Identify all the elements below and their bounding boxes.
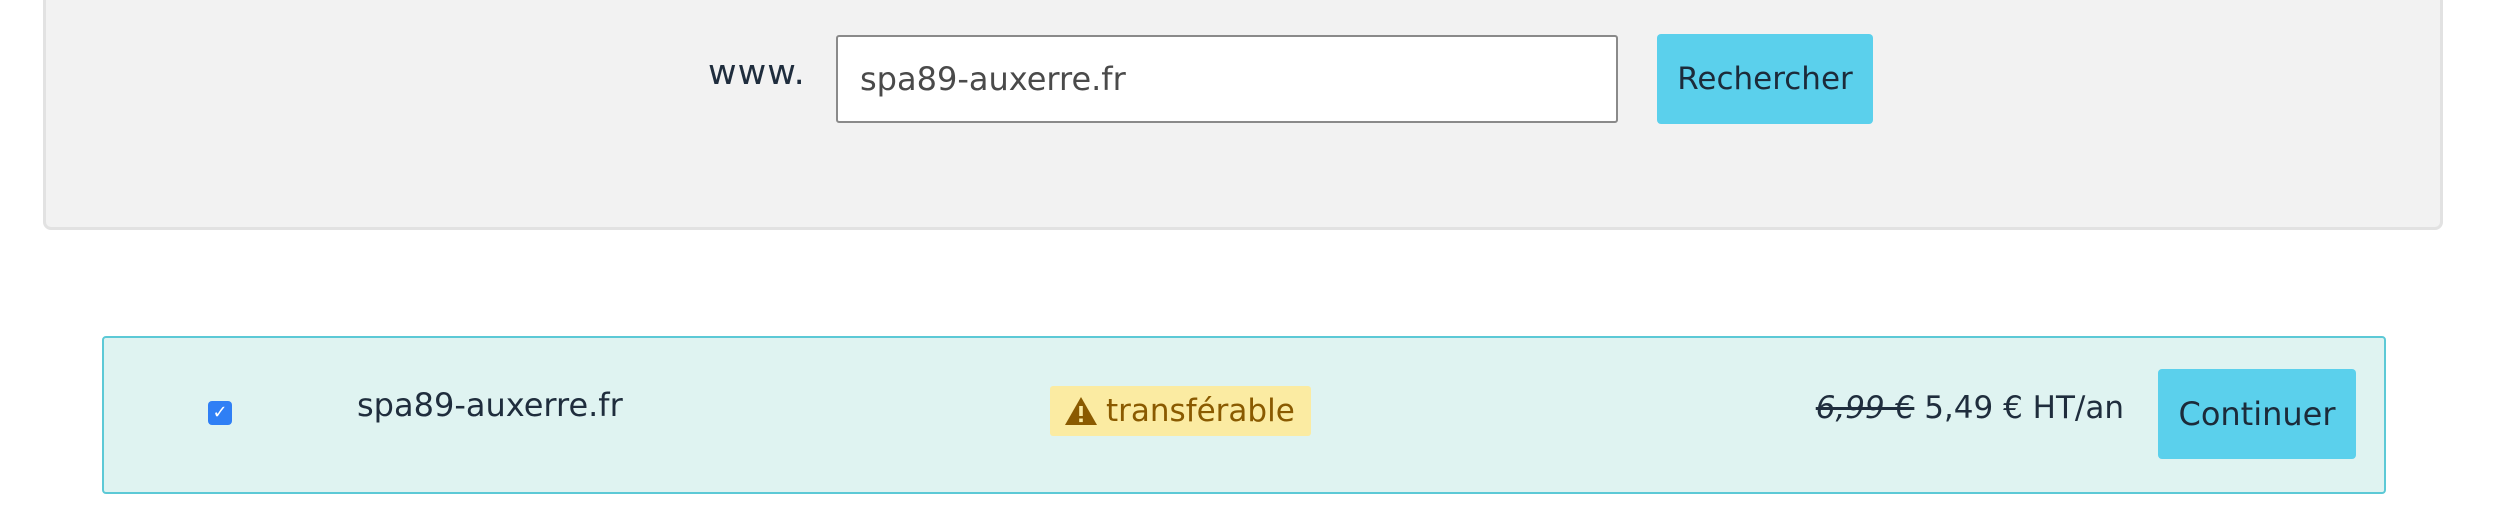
warning-icon [1065, 397, 1097, 425]
domain-search-panel: www. Rechercher [43, 0, 2443, 230]
result-domain-name: spa89-auxerre.fr [357, 386, 623, 424]
status-badge-label: transférable [1106, 393, 1295, 429]
search-button[interactable]: Rechercher [1657, 34, 1873, 124]
continue-button[interactable]: Continuer [2158, 369, 2356, 459]
current-price: 5,49 € HT/an [1924, 390, 2124, 426]
domain-search-input[interactable] [836, 35, 1618, 123]
price-display: 6,99 € 5,49 € HT/an [1816, 390, 2124, 426]
domain-select-checkbox[interactable]: ✓ [208, 401, 232, 425]
old-price: 6,99 € [1815, 390, 1915, 426]
www-prefix-label: www. [708, 53, 806, 93]
domain-result-row: ✓ spa89-auxerre.fr transférable 6,99 € 5… [102, 336, 2386, 494]
transfer-status-badge: transférable [1050, 386, 1311, 436]
